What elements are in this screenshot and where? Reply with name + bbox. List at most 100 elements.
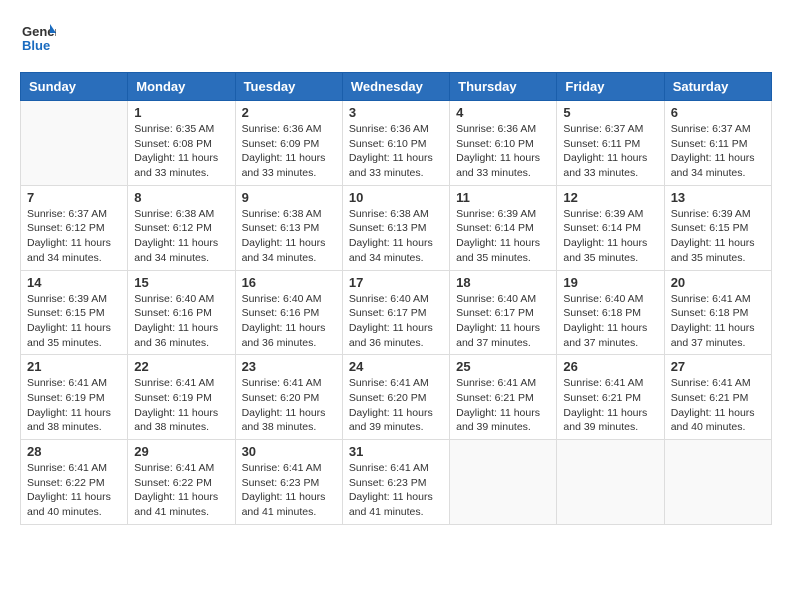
calendar-day-cell: 26 Sunrise: 6:41 AM Sunset: 6:21 PM Dayli… bbox=[557, 355, 664, 440]
day-detail: Sunrise: 6:39 AM Sunset: 6:15 PM Dayligh… bbox=[27, 292, 121, 351]
day-detail: Sunrise: 6:41 AM Sunset: 6:19 PM Dayligh… bbox=[134, 376, 228, 435]
day-detail: Sunrise: 6:37 AM Sunset: 6:12 PM Dayligh… bbox=[27, 207, 121, 266]
calendar-day-cell: 10 Sunrise: 6:38 AM Sunset: 6:13 PM Dayli… bbox=[342, 185, 449, 270]
weekday-header-cell: Friday bbox=[557, 73, 664, 101]
day-detail: Sunrise: 6:39 AM Sunset: 6:14 PM Dayligh… bbox=[563, 207, 657, 266]
day-number: 23 bbox=[242, 359, 336, 374]
calendar-day-cell: 9 Sunrise: 6:38 AM Sunset: 6:13 PM Daylig… bbox=[235, 185, 342, 270]
day-number: 20 bbox=[671, 275, 765, 290]
day-detail: Sunrise: 6:41 AM Sunset: 6:23 PM Dayligh… bbox=[349, 461, 443, 520]
day-number: 1 bbox=[134, 105, 228, 120]
calendar-day-cell: 16 Sunrise: 6:40 AM Sunset: 6:16 PM Dayli… bbox=[235, 270, 342, 355]
day-detail: Sunrise: 6:41 AM Sunset: 6:21 PM Dayligh… bbox=[563, 376, 657, 435]
day-number: 9 bbox=[242, 190, 336, 205]
calendar-day-cell: 6 Sunrise: 6:37 AM Sunset: 6:11 PM Daylig… bbox=[664, 101, 771, 186]
day-number: 8 bbox=[134, 190, 228, 205]
day-detail: Sunrise: 6:41 AM Sunset: 6:22 PM Dayligh… bbox=[27, 461, 121, 520]
weekday-header-cell: Monday bbox=[128, 73, 235, 101]
calendar-day-cell: 4Sunrise: 6:36 AM Sunset: 6:10 PM Daylig… bbox=[450, 101, 557, 186]
calendar-day-cell: 22 Sunrise: 6:41 AM Sunset: 6:19 PM Dayli… bbox=[128, 355, 235, 440]
day-detail: Sunrise: 6:38 AM Sunset: 6:13 PM Dayligh… bbox=[242, 207, 336, 266]
calendar-day-cell: 7 Sunrise: 6:37 AM Sunset: 6:12 PM Daylig… bbox=[21, 185, 128, 270]
day-detail: Sunrise: 6:41 AM Sunset: 6:21 PM Dayligh… bbox=[671, 376, 765, 435]
day-detail: Sunrise: 6:40 AM Sunset: 6:18 PM Dayligh… bbox=[563, 292, 657, 351]
day-number: 17 bbox=[349, 275, 443, 290]
day-detail: Sunrise: 6:39 AM Sunset: 6:14 PM Dayligh… bbox=[456, 207, 550, 266]
day-detail: Sunrise: 6:41 AM Sunset: 6:23 PM Dayligh… bbox=[242, 461, 336, 520]
calendar-week-row: 14 Sunrise: 6:39 AM Sunset: 6:15 PM Dayli… bbox=[21, 270, 772, 355]
calendar-day-cell: 27 Sunrise: 6:41 AM Sunset: 6:21 PM Dayli… bbox=[664, 355, 771, 440]
day-detail: Sunrise: 6:36 AM Sunset: 6:09 PM Dayligh… bbox=[242, 122, 336, 181]
day-detail: Sunrise: 6:35 AM Sunset: 6:08 PM Dayligh… bbox=[134, 122, 228, 181]
calendar-day-cell: 31 Sunrise: 6:41 AM Sunset: 6:23 PM Dayli… bbox=[342, 440, 449, 525]
day-number: 10 bbox=[349, 190, 443, 205]
day-detail: Sunrise: 6:38 AM Sunset: 6:12 PM Dayligh… bbox=[134, 207, 228, 266]
calendar-day-cell: 13Sunrise: 6:39 AM Sunset: 6:15 PM Dayli… bbox=[664, 185, 771, 270]
day-number: 11 bbox=[456, 190, 550, 205]
day-number: 24 bbox=[349, 359, 443, 374]
day-number: 19 bbox=[563, 275, 657, 290]
day-number: 12 bbox=[563, 190, 657, 205]
weekday-header-cell: Thursday bbox=[450, 73, 557, 101]
day-detail: Sunrise: 6:41 AM Sunset: 6:19 PM Dayligh… bbox=[27, 376, 121, 435]
weekday-header-row: SundayMondayTuesdayWednesdayThursdayFrid… bbox=[21, 73, 772, 101]
calendar-day-cell bbox=[21, 101, 128, 186]
calendar-day-cell bbox=[450, 440, 557, 525]
weekday-header-cell: Wednesday bbox=[342, 73, 449, 101]
day-detail: Sunrise: 6:37 AM Sunset: 6:11 PM Dayligh… bbox=[671, 122, 765, 181]
day-detail: Sunrise: 6:38 AM Sunset: 6:13 PM Dayligh… bbox=[349, 207, 443, 266]
day-detail: Sunrise: 6:37 AM Sunset: 6:11 PM Dayligh… bbox=[563, 122, 657, 181]
calendar-day-cell: 14 Sunrise: 6:39 AM Sunset: 6:15 PM Dayli… bbox=[21, 270, 128, 355]
day-number: 26 bbox=[563, 359, 657, 374]
day-detail: Sunrise: 6:41 AM Sunset: 6:21 PM Dayligh… bbox=[456, 376, 550, 435]
day-number: 13 bbox=[671, 190, 765, 205]
calendar-table: SundayMondayTuesdayWednesdayThursdayFrid… bbox=[20, 72, 772, 525]
calendar-day-cell: 21 Sunrise: 6:41 AM Sunset: 6:19 PM Dayli… bbox=[21, 355, 128, 440]
calendar-day-cell: 5Sunrise: 6:37 AM Sunset: 6:11 PM Daylig… bbox=[557, 101, 664, 186]
day-detail: Sunrise: 6:36 AM Sunset: 6:10 PM Dayligh… bbox=[349, 122, 443, 181]
calendar-day-cell: 29 Sunrise: 6:41 AM Sunset: 6:22 PM Dayli… bbox=[128, 440, 235, 525]
calendar-day-cell: 15 Sunrise: 6:40 AM Sunset: 6:16 PM Dayli… bbox=[128, 270, 235, 355]
calendar-day-cell bbox=[664, 440, 771, 525]
calendar-day-cell: 12 Sunrise: 6:39 AM Sunset: 6:14 PM Dayli… bbox=[557, 185, 664, 270]
day-number: 22 bbox=[134, 359, 228, 374]
weekday-header-cell: Sunday bbox=[21, 73, 128, 101]
day-detail: Sunrise: 6:41 AM Sunset: 6:20 PM Dayligh… bbox=[242, 376, 336, 435]
calendar-day-cell: 23 Sunrise: 6:41 AM Sunset: 6:20 PM Dayli… bbox=[235, 355, 342, 440]
day-number: 6 bbox=[671, 105, 765, 120]
logo: GeneralBlue bbox=[20, 20, 56, 56]
day-number: 3 bbox=[349, 105, 443, 120]
page-header: GeneralBlue bbox=[20, 20, 772, 56]
calendar-day-cell: 3 Sunrise: 6:36 AM Sunset: 6:10 PM Daylig… bbox=[342, 101, 449, 186]
day-detail: Sunrise: 6:40 AM Sunset: 6:17 PM Dayligh… bbox=[349, 292, 443, 351]
day-number: 25 bbox=[456, 359, 550, 374]
day-number: 2 bbox=[242, 105, 336, 120]
day-number: 14 bbox=[27, 275, 121, 290]
weekday-header-cell: Saturday bbox=[664, 73, 771, 101]
day-number: 27 bbox=[671, 359, 765, 374]
day-number: 29 bbox=[134, 444, 228, 459]
calendar-day-cell: 8 Sunrise: 6:38 AM Sunset: 6:12 PM Daylig… bbox=[128, 185, 235, 270]
calendar-day-cell: 28Sunrise: 6:41 AM Sunset: 6:22 PM Dayli… bbox=[21, 440, 128, 525]
calendar-day-cell bbox=[557, 440, 664, 525]
day-number: 21 bbox=[27, 359, 121, 374]
day-number: 16 bbox=[242, 275, 336, 290]
calendar-day-cell: 30Sunrise: 6:41 AM Sunset: 6:23 PM Dayli… bbox=[235, 440, 342, 525]
calendar-body: 1 Sunrise: 6:35 AM Sunset: 6:08 PM Daylig… bbox=[21, 101, 772, 525]
day-detail: Sunrise: 6:40 AM Sunset: 6:16 PM Dayligh… bbox=[242, 292, 336, 351]
day-detail: Sunrise: 6:41 AM Sunset: 6:20 PM Dayligh… bbox=[349, 376, 443, 435]
day-number: 18 bbox=[456, 275, 550, 290]
day-detail: Sunrise: 6:40 AM Sunset: 6:16 PM Dayligh… bbox=[134, 292, 228, 351]
calendar-week-row: 28Sunrise: 6:41 AM Sunset: 6:22 PM Dayli… bbox=[21, 440, 772, 525]
calendar-day-cell: 20Sunrise: 6:41 AM Sunset: 6:18 PM Dayli… bbox=[664, 270, 771, 355]
calendar-day-cell: 2 Sunrise: 6:36 AM Sunset: 6:09 PM Daylig… bbox=[235, 101, 342, 186]
day-number: 15 bbox=[134, 275, 228, 290]
calendar-week-row: 1 Sunrise: 6:35 AM Sunset: 6:08 PM Daylig… bbox=[21, 101, 772, 186]
svg-text:Blue: Blue bbox=[22, 38, 50, 53]
day-detail: Sunrise: 6:41 AM Sunset: 6:22 PM Dayligh… bbox=[134, 461, 228, 520]
day-number: 4 bbox=[456, 105, 550, 120]
calendar-week-row: 21 Sunrise: 6:41 AM Sunset: 6:19 PM Dayli… bbox=[21, 355, 772, 440]
logo-icon: GeneralBlue bbox=[20, 20, 56, 56]
day-number: 7 bbox=[27, 190, 121, 205]
day-number: 31 bbox=[349, 444, 443, 459]
